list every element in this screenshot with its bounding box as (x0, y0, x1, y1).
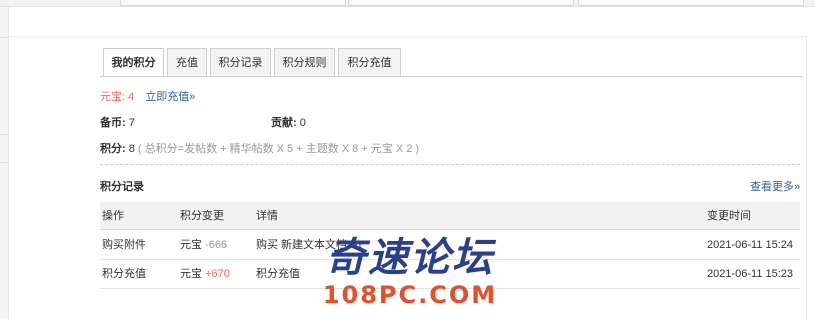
yuanbao-value: 4 (128, 91, 135, 103)
coins-value: 7 (128, 117, 135, 129)
section-divider (100, 164, 800, 165)
panel-top-border (9, 36, 806, 37)
column-header-time: 变更时间 (707, 210, 751, 222)
row-change-value: -666 (205, 239, 228, 251)
row-change: 元宝 +670 (180, 260, 230, 288)
row-detail: 积分充值 (256, 268, 300, 280)
contrib-value: 0 (299, 117, 306, 129)
gutter-divider (0, 134, 9, 135)
row-action: 积分充值 (102, 268, 146, 280)
points-row: 积分: 8 ( 总积分=发帖数 + 精华帖数 X 5 + 主题数 X 8 + 元… (100, 140, 419, 156)
table-row: 积分充值 元宝 +670 积分充值 2021-06-11 15:23 (100, 260, 800, 289)
column-header-detail: 详情 (256, 210, 278, 222)
yuanbao-row: 元宝: 4 立即充值» (100, 88, 195, 104)
left-gutter (0, 7, 9, 319)
points-value: 8 (128, 143, 135, 155)
row-change-type: 元宝 (180, 239, 202, 251)
coins-row: 备币: 7 (100, 114, 135, 130)
top-strip-box (578, 0, 804, 6)
row-action: 购买附件 (102, 239, 146, 251)
row-change-type: 元宝 (180, 268, 202, 280)
row-change-value: +670 (205, 268, 230, 280)
yuanbao-label: 元宝: (100, 91, 126, 103)
contrib-row: 贡献: 0 (271, 114, 306, 130)
see-more-link[interactable]: 查看更多» (750, 178, 800, 194)
tab-my-points[interactable]: 我的积分 (103, 48, 164, 77)
records-title: 积分记录 (100, 181, 144, 193)
top-strip-box (120, 0, 346, 6)
tab-points-rules[interactable]: 积分规则 (274, 48, 335, 76)
tab-underline (100, 76, 803, 77)
panel-right-border (806, 36, 807, 319)
records-table-header: 操作 积分变更 详情 变更时间 (100, 202, 800, 230)
table-row: 购买附件 元宝 -666 购买 新建文本文档.txt 2021-06-11 15… (100, 231, 800, 260)
coins-label: 备币: (100, 117, 126, 129)
row-change: 元宝 -666 (180, 231, 227, 259)
points-label: 积分: (100, 143, 126, 155)
tab-recharge[interactable]: 充值 (167, 48, 207, 76)
column-header-change: 积分变更 (180, 210, 224, 222)
tab-points-records[interactable]: 积分记录 (210, 48, 271, 76)
gutter-divider (0, 37, 9, 38)
row-detail[interactable]: 购买 新建文本文档.txt (256, 231, 362, 259)
recharge-now-link[interactable]: 立即充值» (145, 91, 195, 103)
row-time: 2021-06-11 15:24 (707, 239, 794, 251)
gutter-divider (0, 162, 9, 163)
contrib-label: 贡献: (271, 117, 297, 129)
top-strip (0, 0, 815, 7)
tab-points-recharge[interactable]: 积分充值 (338, 48, 401, 76)
points-formula: ( 总积分=发帖数 + 精华帖数 X 5 + 主题数 X 8 + 元宝 X 2 … (137, 143, 420, 155)
top-strip-box (348, 0, 574, 6)
row-time: 2021-06-11 15:23 (707, 268, 794, 280)
column-header-action: 操作 (102, 210, 124, 222)
